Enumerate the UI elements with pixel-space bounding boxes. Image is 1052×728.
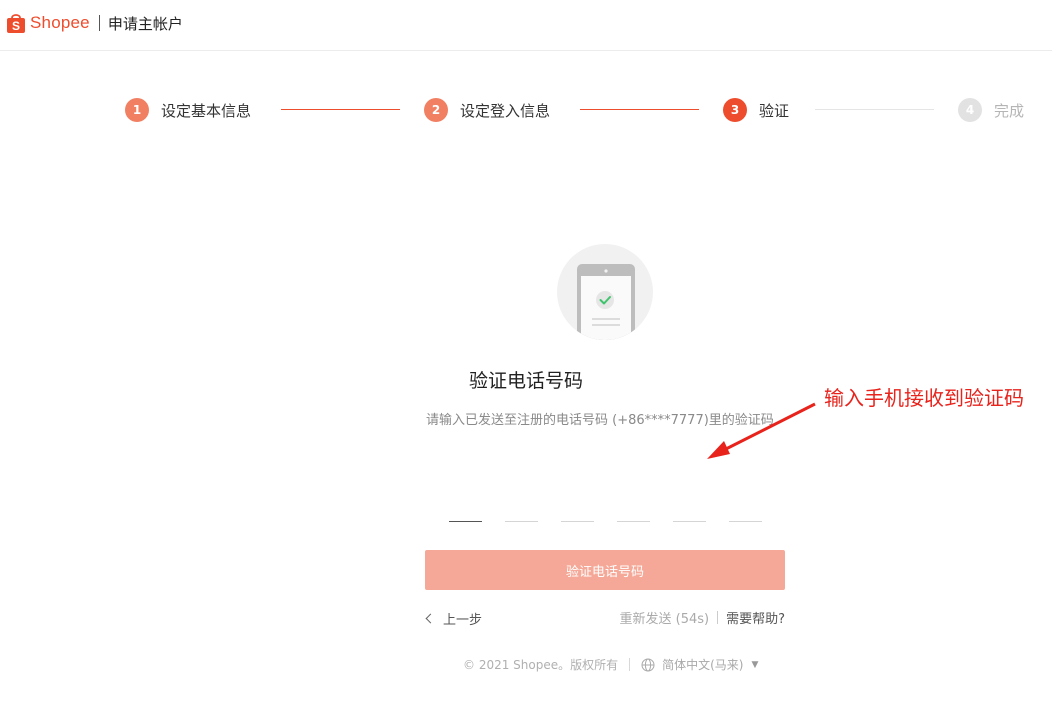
help-link[interactable]: 需要帮助? xyxy=(726,608,785,627)
shopee-bag-icon: S xyxy=(7,14,25,33)
page-title: 申请主帐户 xyxy=(107,14,183,33)
resend-help-bar: 重新发送 (54s) 需要帮助? xyxy=(620,608,785,627)
code-digit-6[interactable] xyxy=(729,500,762,522)
globe-icon xyxy=(641,658,655,671)
code-digit-3[interactable] xyxy=(561,500,594,522)
back-label: 上一步 xyxy=(443,613,483,628)
back-button[interactable]: 上一步 xyxy=(425,609,483,628)
verification-code-input[interactable] xyxy=(449,500,762,522)
step-3-label: 验证 xyxy=(759,101,790,120)
annotation-note: 输入手机接收到验证码 xyxy=(824,386,1024,410)
language-label: 简体中文(马来) xyxy=(662,658,744,672)
code-digit-4[interactable] xyxy=(617,500,650,522)
brand-name: Shopee xyxy=(30,13,90,32)
step-4: 4 完成 xyxy=(958,98,1024,122)
footer-divider xyxy=(629,658,631,671)
verify-phone-button[interactable]: 验证电话号码 xyxy=(425,550,785,590)
step-3: 3 验证 xyxy=(723,98,789,122)
code-digit-5[interactable] xyxy=(673,500,706,522)
copyright-text: © 2021 Shopee。版权所有 xyxy=(463,658,619,672)
divider xyxy=(717,611,719,624)
header-divider xyxy=(98,15,100,31)
top-header: S Shopee 申请主帐户 xyxy=(0,0,1052,51)
step-connector-1 xyxy=(281,109,400,110)
step-2-label: 设定登入信息 xyxy=(460,101,551,120)
svg-text:S: S xyxy=(12,19,20,33)
step-3-number: 3 xyxy=(723,98,747,122)
resend-code-link[interactable]: 重新发送 (54s) xyxy=(620,608,710,627)
step-4-label: 完成 xyxy=(994,101,1025,120)
code-digit-1[interactable] xyxy=(449,500,482,522)
annotation-arrow-icon xyxy=(707,402,816,459)
code-digit-2[interactable] xyxy=(505,500,538,522)
step-2-number: 2 xyxy=(424,98,448,122)
step-1: 1 设定基本信息 xyxy=(125,98,251,122)
step-1-label: 设定基本信息 xyxy=(161,101,252,120)
caret-down-icon: ▼ xyxy=(751,659,759,670)
step-2: 2 设定登入信息 xyxy=(424,98,550,122)
step-connector-3 xyxy=(815,109,934,110)
phone-illustration xyxy=(557,244,653,340)
step-4-number: 4 xyxy=(958,98,982,122)
footer: © 2021 Shopee。版权所有 简体中文(马来) ▼ xyxy=(463,656,758,673)
step-connector-2 xyxy=(580,109,699,110)
chevron-left-icon xyxy=(425,613,436,624)
step-1-number: 1 xyxy=(125,98,149,122)
language-selector[interactable]: 简体中文(马来) ▼ xyxy=(641,656,758,673)
shopee-logo[interactable]: S Shopee 申请主帐户 xyxy=(6,12,183,34)
phone-check-icon xyxy=(577,264,635,340)
